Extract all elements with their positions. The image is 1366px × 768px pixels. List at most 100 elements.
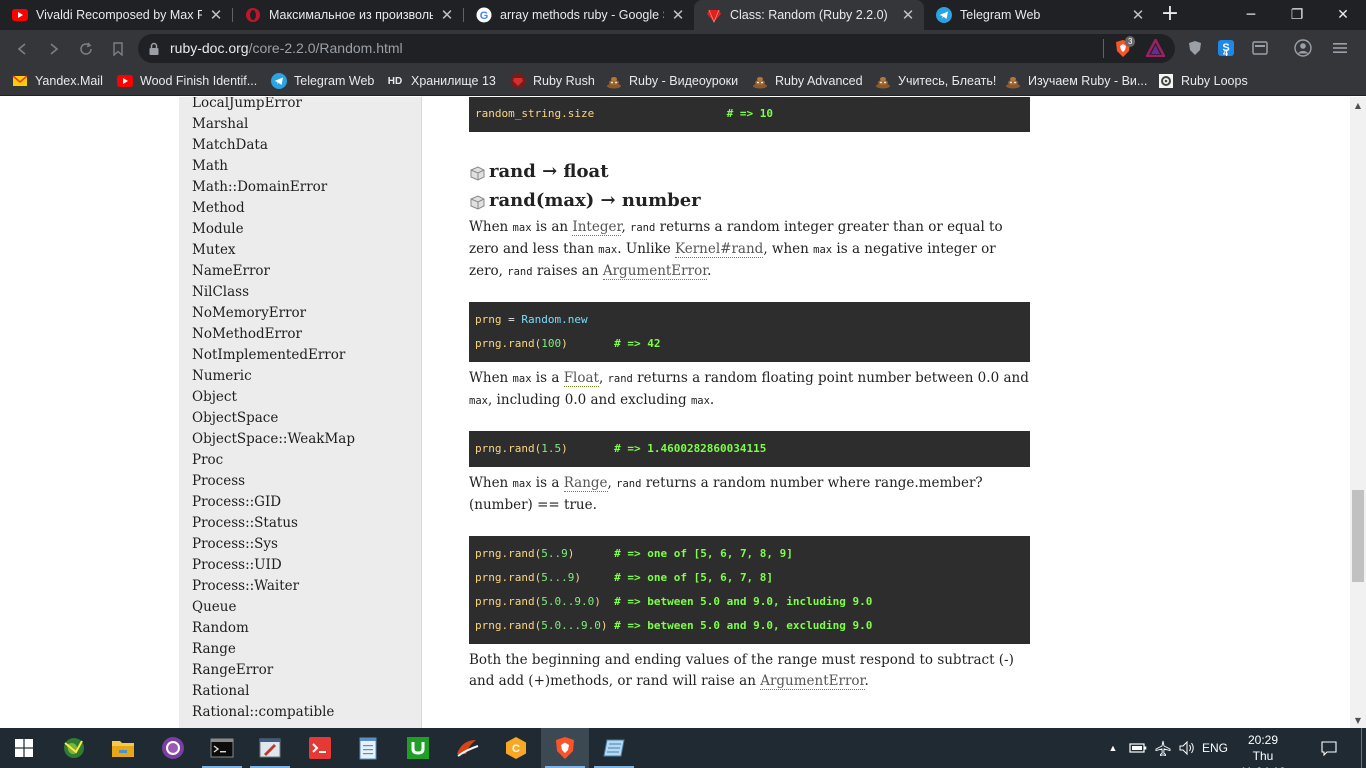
sidebar-class-link[interactable]: RangeError xyxy=(192,660,355,681)
sidebar-class-link[interactable]: Process::Waiter xyxy=(192,576,355,597)
taskbar-app-editor[interactable] xyxy=(246,728,294,768)
sidebar-class-link[interactable]: Marshal xyxy=(192,114,355,135)
tray-airplane-icon[interactable] xyxy=(1152,728,1174,768)
bookmark-ruby-rush[interactable]: Ruby Rush xyxy=(510,72,595,90)
sidebar-class-link[interactable]: Rational xyxy=(192,681,355,702)
sidebar-class-link[interactable]: Process::GID xyxy=(192,492,355,513)
tab-telegram-web[interactable]: Telegram Web ✕ xyxy=(924,0,1154,30)
bookmark-izuchaem-ruby[interactable]: Изучаем Ruby - Ви... xyxy=(1005,72,1147,90)
taskbar-app-file-explorer[interactable] xyxy=(99,728,147,768)
sidebar-class-link[interactable]: NoMemoryError xyxy=(192,303,355,324)
close-window-button[interactable]: ✕ xyxy=(1320,0,1366,30)
sidebar-class-link[interactable]: ObjectSpace::WeakMap xyxy=(192,429,355,450)
tray-battery-icon[interactable] xyxy=(1126,728,1150,768)
taskbar-app-notepad[interactable] xyxy=(344,728,392,768)
close-tab-icon[interactable]: ✕ xyxy=(1130,6,1146,24)
sidebar-class-link[interactable]: Math xyxy=(192,156,355,177)
bookmark-telegram-web[interactable]: Telegram Web xyxy=(271,72,374,90)
tab-vivaldi-recomposed[interactable]: Vivaldi Recomposed by Max Rich ✕ xyxy=(0,0,232,30)
taskbar-app-pencil[interactable] xyxy=(443,728,491,768)
sidebar-class-link[interactable]: NameError xyxy=(192,261,355,282)
tray-input-language[interactable]: ENG xyxy=(1200,728,1230,768)
scroll-down-arrow-icon[interactable]: ▼ xyxy=(1350,712,1366,728)
method-signature-rand-float[interactable]: rand → float xyxy=(469,161,609,182)
bookmark-button[interactable] xyxy=(106,37,130,61)
taskbar-app-globe[interactable] xyxy=(50,728,98,768)
start-button[interactable] xyxy=(0,728,48,768)
sidebar-class-link[interactable]: Proc xyxy=(192,450,355,471)
sidebar-class-link[interactable]: Process::UID xyxy=(192,555,355,576)
sidebar-class-link[interactable]: NoMethodError xyxy=(192,324,355,345)
sidebar-class-link[interactable]: Range xyxy=(192,639,355,660)
taskbar-app-blue-paper[interactable] xyxy=(590,728,638,768)
restore-window-button[interactable]: ❐ xyxy=(1274,0,1320,30)
link-range[interactable]: Range xyxy=(563,475,608,492)
address-bar[interactable]: ruby-doc.org/core-2.2.0/Random.html 3 xyxy=(138,34,1175,63)
close-tab-icon[interactable]: ✕ xyxy=(208,6,224,24)
sidebar-class-link[interactable]: Process::Status xyxy=(192,513,355,534)
vpn-shield-icon[interactable] xyxy=(1185,38,1205,58)
sidebar-class-link[interactable]: Math::DomainError xyxy=(192,177,355,198)
tray-clock[interactable]: 20:29 Thu 11.04.19 xyxy=(1232,732,1294,768)
taskbar-app-utorrent[interactable] xyxy=(394,728,442,768)
bookmark-uchites-bleat[interactable]: Учитесь, Блеать! xyxy=(875,72,996,90)
sidebar-class-link[interactable]: Rational::compatible xyxy=(192,702,355,723)
tray-overflow-chevron-icon[interactable]: ▲ xyxy=(1104,728,1122,768)
sidebar-class-link[interactable]: Process::Sys xyxy=(192,534,355,555)
sidebar-class-link[interactable]: LocalJumpError xyxy=(192,97,355,114)
url-text[interactable]: ruby-doc.org/core-2.2.0/Random.html xyxy=(170,40,403,56)
extension-s-icon[interactable]: S 4 xyxy=(1216,38,1236,58)
minimize-window-button[interactable]: ─ xyxy=(1228,0,1274,30)
taskbar-app-brave-browser[interactable] xyxy=(541,728,589,768)
page-scrollbar[interactable]: ▲ ▼ xyxy=(1350,97,1366,728)
profile-icon[interactable] xyxy=(1293,38,1313,58)
tab-maximalnoe[interactable]: Максимальное из произвольных ✕ xyxy=(233,0,463,30)
tab-google-search[interactable]: G array methods ruby - Google Sea ✕ xyxy=(464,0,694,30)
sidebar-class-link[interactable]: NotImplementedError xyxy=(192,345,355,366)
extension-reader-icon[interactable] xyxy=(1250,38,1270,58)
sidebar-class-link[interactable]: Method xyxy=(192,198,355,219)
taskbar-app-purple[interactable] xyxy=(149,728,197,768)
bookmark-hranilishche-13[interactable]: HD Хранилище 13 xyxy=(386,72,496,90)
tray-volume-icon[interactable] xyxy=(1176,728,1198,768)
action-center-icon[interactable] xyxy=(1314,728,1344,768)
link-integer[interactable]: Integer xyxy=(572,219,622,236)
sidebar-class-link[interactable]: NilClass xyxy=(192,282,355,303)
close-tab-icon[interactable]: ✕ xyxy=(900,6,916,24)
new-tab-button[interactable]: + xyxy=(1158,3,1182,27)
bookmark-ruby-loops[interactable]: Ruby Loops xyxy=(1158,72,1248,90)
taskbar-app-yellow-hex[interactable]: C xyxy=(492,728,540,768)
taskbar-app-red-terminal[interactable] xyxy=(296,728,344,768)
link-float[interactable]: Float xyxy=(563,370,599,387)
bookmark-wood-finish[interactable]: Wood Finish Identif... xyxy=(117,72,257,90)
tab-class-random[interactable]: Class: Random (Ruby 2.2.0) ✕ xyxy=(694,0,924,30)
sidebar-class-link[interactable]: Object xyxy=(192,387,355,408)
bookmark-yandex-mail[interactable]: Yandex.Mail xyxy=(12,72,103,90)
brave-rewards-icon[interactable] xyxy=(1144,37,1167,61)
scroll-thumb[interactable] xyxy=(1352,490,1364,582)
sidebar-class-link[interactable]: Process xyxy=(192,471,355,492)
lock-icon[interactable] xyxy=(148,41,160,60)
link-argument-error[interactable]: ArgumentError xyxy=(602,263,708,280)
bookmark-ruby-advanced[interactable]: Ruby Advanced xyxy=(752,72,863,90)
reload-button[interactable] xyxy=(74,37,98,61)
sidebar-class-link[interactable]: Module xyxy=(192,219,355,240)
link-kernel-rand[interactable]: Kernel#rand xyxy=(675,241,764,258)
forward-button[interactable] xyxy=(42,37,66,61)
menu-icon[interactable] xyxy=(1330,38,1350,58)
scroll-up-arrow-icon[interactable]: ▲ xyxy=(1350,97,1366,113)
close-tab-icon[interactable]: ✕ xyxy=(670,6,686,24)
bookmark-ruby-videourok[interactable]: Ruby - Видеоуроки xyxy=(606,72,738,90)
method-signature-rand-max[interactable]: rand(max) → number xyxy=(469,190,701,211)
sidebar-class-link[interactable]: Random xyxy=(192,618,355,639)
sidebar-class-link[interactable]: MatchData xyxy=(192,135,355,156)
show-desktop-button[interactable] xyxy=(1361,728,1366,768)
close-tab-icon[interactable]: ✕ xyxy=(439,6,455,24)
link-argument-error[interactable]: ArgumentError xyxy=(760,673,865,690)
back-button[interactable] xyxy=(10,37,34,61)
sidebar-class-link[interactable]: ObjectSpace xyxy=(192,408,355,429)
taskbar-app-terminal[interactable] xyxy=(198,728,246,768)
sidebar-class-link[interactable]: Queue xyxy=(192,597,355,618)
sidebar-class-link[interactable]: Mutex xyxy=(192,240,355,261)
sidebar-class-link[interactable]: Numeric xyxy=(192,366,355,387)
